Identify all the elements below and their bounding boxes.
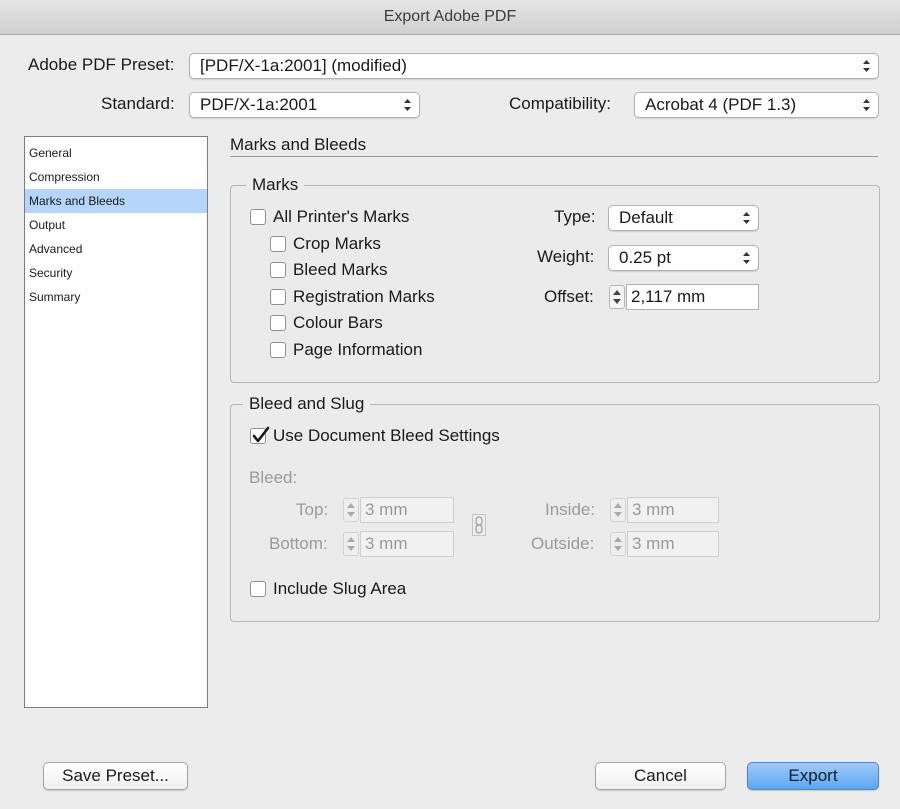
up-down-arrows-icon [404, 99, 411, 111]
all-printers-marks-label: All Printer's Marks [273, 207, 410, 226]
chain-link-icon [472, 514, 486, 536]
page-information-checkbox[interactable] [270, 342, 286, 358]
preset-value: [PDF/X-1a:2001] (modified) [200, 56, 407, 75]
crop-marks-checkbox[interactable] [270, 236, 286, 252]
compatibility-label: Compatibility: [509, 94, 612, 113]
up-down-arrows-icon [863, 60, 870, 72]
sidebar-item-compression[interactable]: Compression [25, 165, 207, 189]
compatibility-value: Acrobat 4 (PDF 1.3) [645, 95, 797, 114]
category-sidebar[interactable]: General Compression Marks and Bleeds Out… [24, 136, 208, 708]
offset-input[interactable]: 2,117 mm [626, 284, 759, 310]
include-slug-label: Include Slug Area [273, 579, 407, 598]
checkmark-icon [252, 426, 270, 443]
section-divider [230, 156, 878, 157]
include-slug-checkbox[interactable] [250, 581, 266, 597]
stepper-arrows-icon [613, 290, 621, 304]
bleed-slug-group-title: Bleed and Slug [243, 394, 371, 414]
use-document-bleed-label: Use Document Bleed Settings [273, 426, 500, 445]
standard-popup[interactable]: PDF/X-1a:2001 [189, 92, 420, 118]
all-printers-marks-checkbox[interactable] [250, 209, 266, 225]
type-value: Default [619, 208, 673, 227]
outside-label: Outside: [531, 534, 595, 553]
standard-value: PDF/X-1a:2001 [200, 95, 318, 114]
weight-popup[interactable]: 0.25 pt [608, 245, 759, 271]
cancel-button[interactable]: Cancel [595, 762, 726, 790]
up-down-arrows-icon [743, 252, 750, 264]
stepper-arrows-icon [347, 537, 355, 551]
up-down-arrows-icon [863, 99, 870, 111]
up-down-arrows-icon [743, 212, 750, 224]
registration-marks-label: Registration Marks [293, 287, 435, 306]
standard-label: Standard: [101, 94, 175, 113]
bottom-label: Bottom: [269, 534, 328, 553]
type-label: Type: [554, 207, 596, 226]
weight-value: 0.25 pt [619, 248, 671, 267]
stepper-arrows-icon [614, 503, 622, 517]
bottom-stepper [343, 532, 359, 556]
preset-label: Adobe PDF Preset: [28, 55, 175, 74]
top-input: 3 mm [360, 497, 454, 523]
sidebar-item-output[interactable]: Output [25, 213, 207, 237]
outside-input: 3 mm [627, 531, 719, 557]
marks-group-title: Marks [246, 175, 305, 195]
sidebar-item-security[interactable]: Security [25, 261, 207, 285]
page-information-label: Page Information [293, 340, 423, 359]
top-stepper [343, 498, 359, 522]
use-document-bleed-checkbox[interactable] [250, 426, 270, 444]
bottom-input: 3 mm [360, 531, 454, 557]
inside-stepper [610, 498, 626, 522]
outside-stepper [610, 532, 626, 556]
top-label: Top: [296, 500, 329, 519]
section-title: Marks and Bleeds [230, 135, 367, 154]
preset-popup[interactable]: [PDF/X-1a:2001] (modified) [189, 53, 879, 79]
inside-input: 3 mm [627, 497, 719, 523]
offset-stepper[interactable] [609, 285, 625, 309]
compatibility-popup[interactable]: Acrobat 4 (PDF 1.3) [634, 92, 879, 118]
sidebar-item-general[interactable]: General [25, 141, 207, 165]
crop-marks-label: Crop Marks [293, 234, 381, 253]
sidebar-item-marks-and-bleeds[interactable]: Marks and Bleeds [25, 189, 207, 213]
type-popup[interactable]: Default [608, 205, 759, 231]
window-title: Export Adobe PDF [0, 0, 900, 35]
inside-label: Inside: [545, 500, 596, 519]
export-button[interactable]: Export [747, 762, 879, 790]
sidebar-item-summary[interactable]: Summary [25, 285, 207, 309]
save-preset-button[interactable]: Save Preset... [43, 762, 188, 790]
bleed-marks-checkbox[interactable] [270, 262, 286, 278]
bleed-label: Bleed: [249, 468, 298, 487]
colour-bars-label: Colour Bars [293, 313, 383, 332]
registration-marks-checkbox[interactable] [270, 289, 286, 305]
offset-label: Offset: [544, 287, 594, 306]
weight-label: Weight: [537, 247, 595, 266]
bleed-marks-label: Bleed Marks [293, 260, 388, 279]
stepper-arrows-icon [614, 537, 622, 551]
sidebar-item-advanced[interactable]: Advanced [25, 237, 207, 261]
colour-bars-checkbox[interactable] [270, 315, 286, 331]
stepper-arrows-icon [347, 503, 355, 517]
